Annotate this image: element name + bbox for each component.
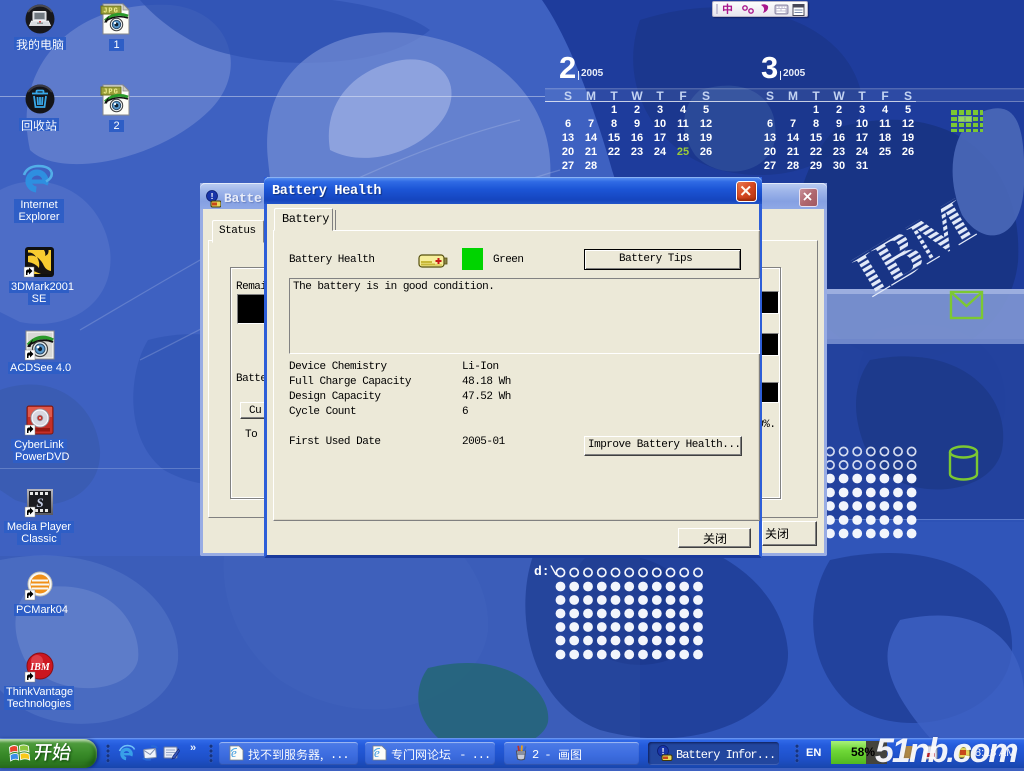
svg-text:d:\: d:\ xyxy=(534,564,558,579)
svg-text:!: ! xyxy=(211,191,214,201)
svg-text:IBM: IBM xyxy=(29,662,51,673)
svg-text:e: e xyxy=(374,745,380,760)
svg-text:e: e xyxy=(231,745,237,760)
svg-text:S: S xyxy=(36,495,43,510)
